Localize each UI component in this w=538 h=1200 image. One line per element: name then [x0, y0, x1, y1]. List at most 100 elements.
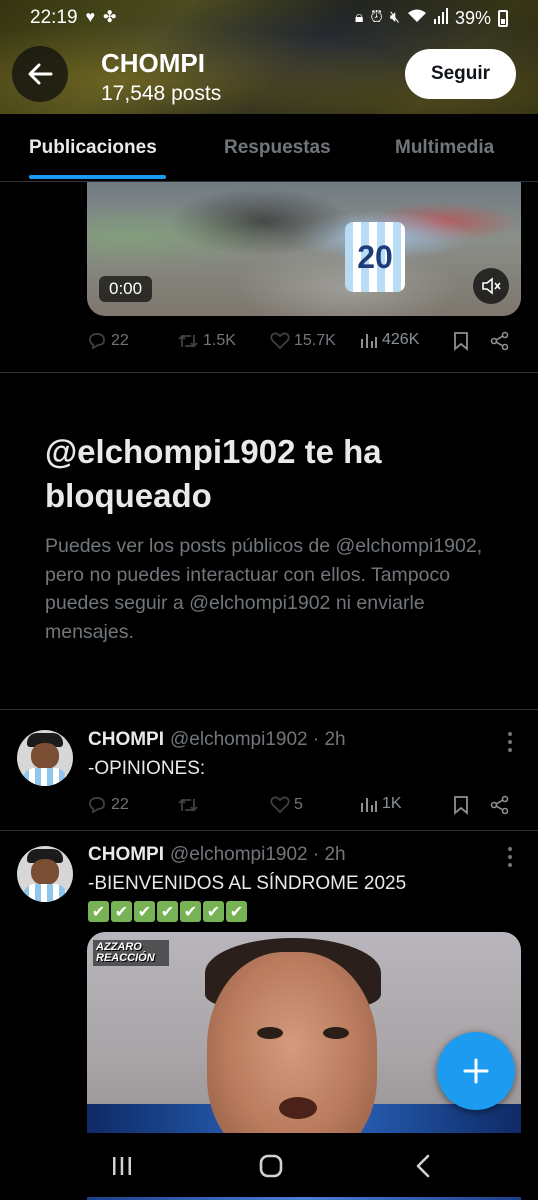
wifi-icon — [407, 8, 427, 28]
repost-button[interactable] — [177, 795, 203, 815]
media-logo: AZZARO REACCIÓN — [93, 940, 169, 966]
repost-button[interactable]: 1.5K — [177, 331, 236, 351]
speaker-mute-icon — [482, 277, 501, 295]
like-button[interactable]: 15.7K — [270, 331, 336, 350]
like-button[interactable]: 5 — [270, 795, 303, 814]
avatar-face — [31, 743, 59, 769]
post-header: CHOMPI @elchompi1902 · 2h — [88, 844, 346, 866]
post-author-name[interactable]: CHOMPI — [88, 844, 164, 865]
home-icon — [259, 1154, 283, 1178]
avatar[interactable] — [17, 730, 73, 786]
tab-multimedia[interactable]: Multimedia — [395, 137, 494, 159]
video-thumbnail — [87, 182, 521, 316]
back-nav-button[interactable] — [412, 1151, 434, 1181]
check-emoji-row: ✔ ✔ ✔ ✔ ✔ ✔ ✔ — [88, 901, 247, 922]
divider — [0, 709, 538, 710]
check-mark-icon: ✔ — [226, 901, 247, 922]
profile-name: CHOMPI — [101, 48, 205, 78]
divider — [0, 830, 538, 831]
video-duration: 0:00 — [99, 276, 153, 302]
share-button[interactable] — [490, 331, 510, 351]
profile-tabs: Publicaciones Respuestas Multimedia — [0, 114, 538, 182]
status-bar: 22:19 ♥ ✤ 🔒︎ ⏰︎ 🔇︎ 39% — [0, 0, 538, 36]
like-count: 15.7K — [294, 331, 336, 349]
video-post-actions: 22 1.5K 15.7K 426K — [87, 327, 521, 357]
heart-outline-icon — [270, 332, 290, 350]
home-button[interactable] — [257, 1151, 285, 1181]
reply-count: 22 — [111, 796, 129, 813]
view-count: 1K — [382, 795, 402, 812]
plus-icon — [463, 1058, 489, 1084]
post-text: -BIENVENIDOS AL SÍNDROME 2025 — [88, 873, 407, 894]
heart-icon: ♥ — [85, 9, 96, 26]
media-eye — [257, 1027, 283, 1039]
pinwheel-icon: ✤ — [103, 9, 117, 26]
view-count: 426K — [382, 331, 420, 348]
bookmark-icon — [454, 332, 468, 351]
tab-respuestas[interactable]: Respuestas — [224, 137, 331, 159]
post-actions: 22 5 1K — [87, 791, 521, 821]
bookmark-icon — [454, 796, 468, 815]
share-icon — [490, 795, 509, 815]
views-button[interactable]: 426K — [360, 331, 419, 349]
reply-button[interactable]: 22 — [87, 331, 129, 351]
tab-publicaciones[interactable]: Publicaciones — [29, 137, 157, 159]
reply-icon — [89, 797, 105, 814]
system-nav-bar — [0, 1133, 538, 1200]
post-header: CHOMPI @elchompi1902 · 2h — [88, 729, 346, 751]
media-eye — [323, 1027, 349, 1039]
check-mark-icon: ✔ — [111, 901, 132, 922]
media-face — [207, 952, 377, 1162]
chevron-left-icon — [416, 1154, 430, 1178]
back-button[interactable] — [12, 46, 68, 102]
avatar[interactable] — [17, 846, 73, 902]
post-more-button[interactable] — [503, 732, 517, 752]
post-author-name[interactable]: CHOMPI — [88, 729, 164, 750]
check-mark-icon: ✔ — [157, 901, 178, 922]
bookmark-button[interactable] — [453, 331, 469, 351]
video-media[interactable]: 20 0:00 — [87, 182, 521, 316]
avatar-face — [31, 859, 59, 885]
lock-icon: 🔒︎ — [354, 9, 364, 26]
signal-icon — [433, 8, 448, 28]
like-count: 5 — [294, 795, 303, 813]
reply-button[interactable]: 22 — [87, 795, 129, 815]
repost-icon — [178, 334, 198, 348]
share-button[interactable] — [490, 795, 510, 815]
arrow-left-icon — [28, 63, 53, 85]
bookmark-button[interactable] — [453, 795, 469, 815]
reply-count: 22 — [111, 332, 129, 349]
avatar-shirt — [23, 884, 67, 902]
blocked-description: Puedes ver los posts públicos de @elchom… — [45, 535, 483, 643]
analytics-icon — [361, 798, 377, 812]
repost-count: 1.5K — [203, 332, 236, 349]
active-tab-indicator — [29, 175, 166, 179]
divider — [0, 372, 538, 373]
post-time: · 2h — [312, 844, 346, 865]
repost-icon — [178, 798, 198, 812]
heart-outline-icon — [270, 796, 290, 814]
post-more-button[interactable] — [503, 847, 517, 867]
blocked-title: @elchompi1902 te ha bloqueado — [45, 433, 382, 514]
reply-icon — [89, 333, 105, 350]
mute-button[interactable] — [473, 268, 509, 304]
post-text: -OPINIONES: — [88, 758, 206, 779]
check-mark-icon: ✔ — [88, 901, 109, 922]
media-mouth — [279, 1097, 317, 1119]
analytics-icon — [361, 334, 377, 348]
share-icon — [490, 331, 509, 351]
jersey-number: 20 — [345, 222, 405, 292]
post-count: 17,548 posts — [101, 82, 222, 105]
compose-button[interactable] — [437, 1032, 515, 1110]
post-time: · 2h — [312, 729, 346, 750]
battery-percent: 39% — [454, 7, 491, 28]
alarm-icon: ⏰︎ — [370, 9, 383, 26]
post-author-handle[interactable]: @elchompi1902 — [170, 729, 308, 750]
recent-apps-button[interactable] — [110, 1151, 134, 1181]
views-button[interactable]: 1K — [360, 795, 402, 813]
post-author-handle[interactable]: @elchompi1902 — [170, 844, 308, 865]
follow-button[interactable]: Seguir — [405, 49, 516, 99]
avatar-shirt — [23, 768, 67, 786]
battery-icon — [498, 9, 508, 27]
check-mark-icon: ✔ — [180, 901, 201, 922]
